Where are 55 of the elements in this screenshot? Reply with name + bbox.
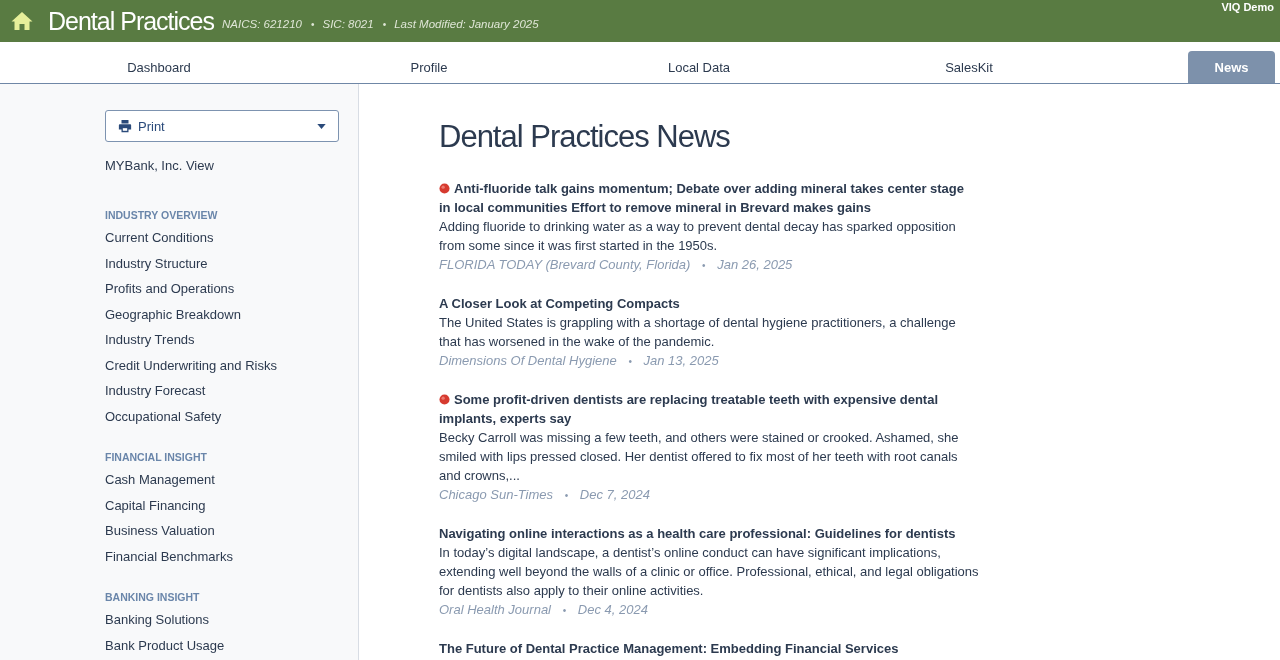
article-date: Jan 26, 2025 [717, 257, 793, 273]
sidebar-link[interactable]: Capital Financing [105, 492, 206, 518]
nav-tab[interactable]: Local Data [641, 51, 757, 83]
separator-dot: • [564, 490, 569, 502]
sidebar-link[interactable]: Industry Structure [105, 250, 208, 276]
article-headline[interactable]: The Future of Dental Practice Management: Embedding Financial Services [439, 639, 979, 659]
view-link[interactable]: MYBank, Inc. View [105, 158, 214, 173]
article-date: Dec 4, 2024 [577, 602, 648, 618]
article-source: Chicago Sun-Times [439, 487, 554, 503]
print-dropdown[interactable]: Print [105, 110, 339, 142]
article-summary: In today’s digital landscape, a dentist’s online conduct can have significant implications, extending well beyond the walls of a clinic or office. Professional, ethical, and legal obligations for dentists also apply to their online activities. [439, 544, 979, 601]
sidebar-link[interactable]: Credit Underwriting and Risks [105, 352, 277, 378]
article-source: Dimensions Of Dental Hygiene [439, 353, 617, 369]
article-headline[interactable]: A Closer Look at Competing Compacts [439, 294, 979, 314]
home-icon[interactable] [10, 9, 34, 33]
article-date: Jan 13, 2025 [643, 353, 719, 369]
header-meta: Last Modified: January 2025 [394, 18, 539, 30]
separator-dot: • [702, 260, 706, 272]
nav-tab[interactable]: Profile [384, 51, 474, 83]
article-summary: Adding fluoride to drinking water as a way to prevent dental decay has sparked opposition from some since it was first started in the 1950s. [439, 218, 957, 256]
article-headline[interactable]: Navigating online interactions as a health care professional: Guidelines for dentists [439, 524, 979, 544]
user-name[interactable]: VIQ Demo [1221, 1, 1274, 13]
sidebar-link[interactable]: Business Valuation [105, 518, 215, 544]
section-heading: BANKING INSIGHT [105, 591, 200, 603]
sidebar-link[interactable]: Occupational Safety [105, 403, 222, 429]
sidebar-link[interactable]: Profits and Operations [105, 276, 235, 302]
section-heading: INDUSTRY OVERVIEW [105, 209, 218, 221]
sidebar-link[interactable]: Industry Forecast [105, 378, 206, 404]
caret-icon [317, 123, 326, 129]
sidebar-link[interactable]: Banking Solutions [105, 607, 210, 633]
article-summary: Becky Carroll was missing a few teeth, and others were stained or crooked. Ashamed, she smiled with lips pressed closed. Her dentist offered to fix most of her teeth with root canals and crowns,... [439, 429, 960, 486]
header-meta: SIC: 8021 [322, 18, 374, 30]
sidebar-link[interactable]: Cash Management [105, 467, 215, 493]
nav-tab[interactable]: SalesKit [919, 51, 1019, 83]
news-title: Dental Practices News [439, 118, 730, 156]
section-heading: FINANCIAL INSIGHT [105, 451, 207, 463]
header-meta: NAICS: 621210 [222, 18, 302, 30]
article-date: Dec 7, 2024 [579, 487, 650, 503]
article-headline[interactable]: Anti-fluoride talk gains momentum; Debate over adding mineral takes center stage in local communities Effort to remove mineral in Brevard makes gains [439, 179, 979, 218]
nav-tab[interactable]: Dashboard [101, 51, 217, 83]
separator-dot: • [310, 18, 315, 30]
printer-icon [118, 119, 132, 133]
separator-dot: • [382, 18, 387, 30]
article-headline[interactable]: Some profit-driven dentists are replacing treatable teeth with expensive dental implants, experts say [439, 390, 979, 429]
sidebar-link[interactable]: Geographic Breakdown [105, 301, 241, 327]
sidebar-link[interactable]: Bank Product Usage [105, 632, 225, 658]
sidebar-link[interactable]: Current Conditions [105, 225, 214, 251]
article-source: FLORIDA TODAY (Brevard County, Florida) [439, 257, 691, 273]
separator-dot: • [562, 605, 567, 617]
article-source: Oral Health Journal [439, 602, 551, 618]
sidebar-link[interactable]: Financial Benchmarks [105, 543, 233, 569]
separator-dot: • [628, 356, 632, 368]
sidebar-link[interactable]: Industry Trends [105, 327, 195, 353]
page-title: Dental Practices [48, 6, 215, 36]
article-summary: The United States is grappling with a shortage of dental hygiene practitioners, a challenge that has worsened in the wake of the pandemic. [439, 314, 957, 352]
